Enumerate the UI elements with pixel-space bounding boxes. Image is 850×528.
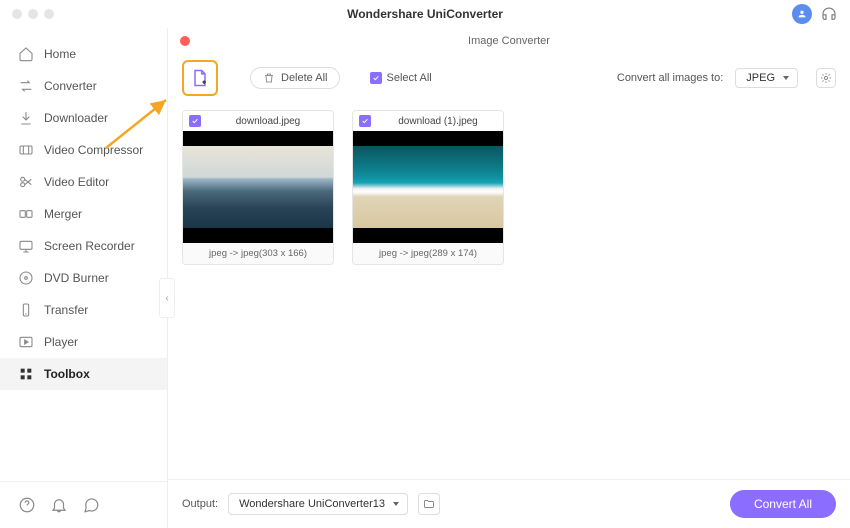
output-settings-button[interactable] — [816, 68, 836, 88]
output-path-value: Wondershare UniConverter13 — [239, 498, 385, 510]
sidebar-item-transfer[interactable]: Transfer — [0, 294, 167, 326]
sidebar-item-label: Screen Recorder — [44, 239, 135, 253]
card-conversion-info: jpeg -> jpeg(289 x 174) — [353, 243, 503, 264]
sidebar-item-toolbox[interactable]: Toolbox — [0, 358, 167, 390]
feedback-icon[interactable] — [82, 496, 100, 514]
screen-recorder-icon — [18, 238, 34, 254]
sidebar: Home Converter Downloader Video Compress… — [0, 28, 168, 528]
sidebar-item-dvd-burner[interactable]: DVD Burner — [0, 262, 167, 294]
compressor-icon — [18, 142, 34, 158]
image-card[interactable]: download.jpeg jpeg -> jpeg(303 x 166) — [182, 110, 334, 265]
sidebar-item-downloader[interactable]: Downloader — [0, 102, 167, 134]
sidebar-item-label: Video Editor — [44, 175, 109, 189]
window-controls — [12, 9, 54, 19]
convert-to-label: Convert all images to: — [617, 72, 723, 84]
toolbar: Delete All Select All Convert all images… — [168, 54, 850, 106]
sidebar-item-screen-recorder[interactable]: Screen Recorder — [0, 230, 167, 262]
card-filename: download (1).jpeg — [379, 116, 497, 127]
open-folder-button[interactable] — [418, 493, 440, 515]
window-minimize-dot[interactable] — [28, 9, 38, 19]
bottombar: Output: Wondershare UniConverter13 Conve… — [168, 479, 850, 528]
window-maximize-dot[interactable] — [44, 9, 54, 19]
window-close-dot[interactable] — [12, 9, 22, 19]
select-all-label: Select All — [386, 72, 431, 84]
sidebar-item-converter[interactable]: Converter — [0, 70, 167, 102]
sidebar-item-label: Player — [44, 335, 78, 349]
delete-all-button[interactable]: Delete All — [250, 67, 340, 89]
titlebar: Wondershare UniConverter — [0, 0, 850, 28]
account-avatar[interactable] — [792, 4, 812, 24]
delete-all-label: Delete All — [281, 72, 327, 84]
convert-all-label: Convert All — [754, 497, 812, 511]
panel-header: Image Converter — [168, 28, 850, 54]
notifications-icon[interactable] — [50, 496, 68, 514]
panel-title: Image Converter — [468, 35, 550, 47]
card-checkbox[interactable] — [359, 115, 371, 127]
format-select-value: JPEG — [746, 72, 775, 84]
image-card[interactable]: download (1).jpeg jpeg -> jpeg(289 x 174… — [352, 110, 504, 265]
sidebar-item-home[interactable]: Home — [0, 38, 167, 70]
sidebar-item-label: Home — [44, 47, 76, 61]
sidebar-item-label: Toolbox — [44, 367, 90, 381]
app-title: Wondershare UniConverter — [347, 7, 503, 21]
panel-close-dot[interactable] — [180, 36, 190, 46]
home-icon — [18, 46, 34, 62]
sidebar-item-video-compressor[interactable]: Video Compressor — [0, 134, 167, 166]
checkbox-icon — [370, 72, 382, 84]
card-thumbnail — [353, 131, 503, 243]
sidebar-item-label: Converter — [44, 79, 97, 93]
trash-icon — [263, 72, 275, 84]
merger-icon — [18, 206, 34, 222]
format-select[interactable]: JPEG — [735, 68, 798, 88]
output-path-select[interactable]: Wondershare UniConverter13 — [228, 493, 408, 515]
converter-icon — [18, 78, 34, 94]
sidebar-item-player[interactable]: Player — [0, 326, 167, 358]
support-icon[interactable] — [820, 5, 838, 23]
sidebar-item-label: Merger — [44, 207, 82, 221]
card-thumbnail — [183, 131, 333, 243]
card-conversion-info: jpeg -> jpeg(303 x 166) — [183, 243, 333, 264]
image-grid: download.jpeg jpeg -> jpeg(303 x 166) do… — [168, 106, 850, 479]
dvd-icon — [18, 270, 34, 286]
sidebar-item-video-editor[interactable]: Video Editor — [0, 166, 167, 198]
transfer-icon — [18, 302, 34, 318]
convert-all-button[interactable]: Convert All — [730, 490, 836, 518]
sidebar-item-label: Downloader — [44, 111, 108, 125]
panel: Image Converter Delete All Select All Co… — [168, 28, 850, 528]
toolbox-icon — [18, 366, 34, 382]
add-file-button[interactable] — [182, 60, 218, 96]
sidebar-item-label: Video Compressor — [44, 143, 143, 157]
output-label: Output: — [182, 498, 218, 510]
editor-icon — [18, 174, 34, 190]
select-all-checkbox[interactable]: Select All — [370, 72, 431, 84]
sidebar-item-label: Transfer — [44, 303, 88, 317]
sidebar-item-label: DVD Burner — [44, 271, 109, 285]
player-icon — [18, 334, 34, 350]
sidebar-item-merger[interactable]: Merger — [0, 198, 167, 230]
sidebar-bottom — [0, 481, 167, 528]
downloader-icon — [18, 110, 34, 126]
help-icon[interactable] — [18, 496, 36, 514]
card-checkbox[interactable] — [189, 115, 201, 127]
card-filename: download.jpeg — [209, 116, 327, 127]
